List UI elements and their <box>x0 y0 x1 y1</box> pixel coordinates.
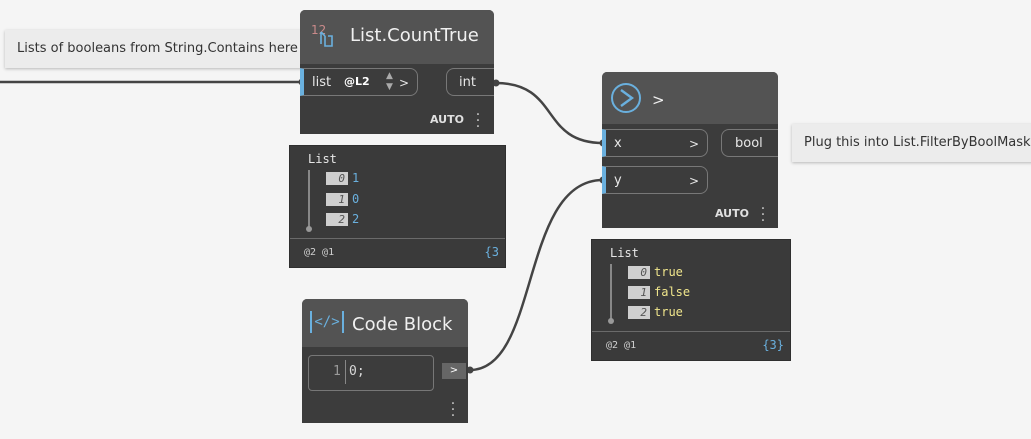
note-left[interactable]: Lists of booleans from String.Contains h… <box>5 30 310 68</box>
tree-line <box>610 264 612 320</box>
divider <box>290 238 505 239</box>
run-mode-label: AUTO <box>430 113 464 126</box>
lacing-level-value[interactable]: @L2 <box>344 73 388 91</box>
item-index: 2 <box>326 213 348 226</box>
node-header[interactable]: 12 List.CountTrue <box>300 10 494 64</box>
list-item: 0 true <box>628 264 683 280</box>
code-text[interactable]: 0; <box>349 356 365 388</box>
node-greater-than[interactable]: > x > y > bool AUTO · · · <box>602 72 778 228</box>
node-header[interactable]: </> Code Block <box>302 299 468 347</box>
level-stepper[interactable]: ▲ ▼ <box>386 71 396 93</box>
node-code-block[interactable]: </> Code Block 1 0; > · · · <box>302 299 468 423</box>
item-count: {3 <box>484 245 499 259</box>
item-index: 2 <box>628 306 650 319</box>
chevron-down-icon[interactable]: ▼ <box>386 82 393 92</box>
item-index: 1 <box>326 193 348 206</box>
watch-title: List <box>610 246 639 260</box>
port-label: list <box>312 75 332 90</box>
item-index: 0 <box>326 172 348 185</box>
code-editor[interactable]: 1 0; <box>308 355 434 391</box>
output-port-bool[interactable]: bool <box>721 129 778 157</box>
watch-preview-compare[interactable]: List 0 true 1 false 2 true @2 @1 {3} <box>591 239 791 361</box>
node-title: List.CountTrue <box>350 25 479 46</box>
item-value: false <box>654 285 691 299</box>
chevron-up-icon[interactable]: ▲ <box>386 71 393 81</box>
tree-dot <box>306 226 312 232</box>
watch-title: List <box>308 152 337 166</box>
item-value: 2 <box>352 212 360 226</box>
input-port-list[interactable]: list @L2 ▲ ▼ > <box>300 68 418 96</box>
gutter-divider <box>345 360 346 384</box>
node-title: Code Block <box>352 314 453 335</box>
line-number: 1 <box>333 364 341 379</box>
item-value: 1 <box>352 171 360 185</box>
port-label: int <box>459 75 476 90</box>
node-menu-icon[interactable]: · · · <box>475 108 481 134</box>
run-mode-label: AUTO <box>715 207 749 220</box>
port-label: bool <box>735 136 763 151</box>
item-index: 1 <box>628 286 650 299</box>
greater-than-icon <box>610 82 642 118</box>
code-block-icon: </> <box>310 311 344 333</box>
item-value: 0 <box>352 192 360 206</box>
input-port-y[interactable]: y > <box>602 166 708 194</box>
list-item: 01 <box>326 170 359 186</box>
list-item: 2 true <box>628 304 683 320</box>
node-menu-icon[interactable]: · · · <box>760 202 766 228</box>
node-header[interactable]: > <box>602 72 778 124</box>
node-menu-icon[interactable]: · · · <box>450 397 456 423</box>
input-port-x[interactable]: x > <box>602 129 708 157</box>
list-levels: @2 @1 <box>606 340 637 351</box>
port-arrow: > <box>688 137 699 151</box>
list-item: 10 <box>326 191 359 207</box>
list-count-icon: 12 <box>310 20 338 54</box>
port-label: x <box>614 136 622 151</box>
list-item: 1 false <box>628 284 690 300</box>
item-value: true <box>654 265 683 279</box>
watch-preview-count[interactable]: List 01 10 22 @2 @1 {3 <box>289 145 506 268</box>
divider <box>592 331 790 332</box>
node-list-counttrue[interactable]: 12 List.CountTrue list @L2 ▲ ▼ > int AUT… <box>300 10 494 134</box>
list-item: 22 <box>326 211 359 227</box>
output-port-int[interactable]: int <box>446 68 494 96</box>
note-right[interactable]: Plug this into List.FilterByBoolMask <box>792 124 1031 162</box>
node-title: > <box>652 91 665 109</box>
list-levels: @2 @1 <box>304 247 335 258</box>
port-label: y <box>614 173 622 188</box>
port-arrow: > <box>398 76 409 90</box>
tree-line <box>308 170 310 228</box>
item-index: 0 <box>628 266 650 279</box>
item-value: true <box>654 305 683 319</box>
tree-dot <box>608 318 614 324</box>
port-arrow: > <box>688 174 699 188</box>
wire-count-to-x[interactable] <box>495 81 604 145</box>
output-port-code[interactable]: > <box>442 363 466 379</box>
item-count: {3} <box>762 338 784 352</box>
